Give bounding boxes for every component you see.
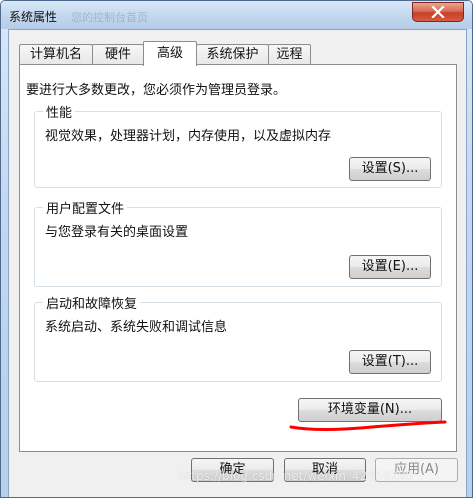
tab-remote[interactable]: 远程 bbox=[268, 44, 311, 65]
red-underline-annotation bbox=[289, 420, 447, 432]
performance-title: 性能 bbox=[43, 102, 76, 121]
tab-computer-name[interactable]: 计算机名 bbox=[19, 44, 93, 65]
user-profiles-description: 与您登录有关的桌面设置 bbox=[45, 225, 189, 240]
window-title: 系统属性 bbox=[9, 10, 58, 24]
tab-hardware[interactable]: 硬件 bbox=[92, 44, 144, 65]
performance-settings-button[interactable]: 设置(S)... bbox=[349, 157, 431, 181]
system-properties-window: 系统属性 您的控制台首页 计算机名 硬件 高级 系统保护 远程 要进行大多数更改… bbox=[0, 0, 473, 498]
tab-system-protection[interactable]: 系统保护 bbox=[196, 44, 269, 65]
user-profiles-title: 用户配置文件 bbox=[43, 198, 128, 217]
startup-recovery-description: 系统启动、系统失败和调试信息 bbox=[45, 320, 228, 335]
startup-recovery-settings-button[interactable]: 设置(T)... bbox=[349, 350, 431, 374]
watermark-text: https://blog.csdn.net/weixin_42859280 bbox=[179, 469, 414, 483]
background-ghost-text: 您的控制台首页 bbox=[71, 11, 148, 24]
performance-description: 视觉效果，处理器计划，内存使用，以及虚拟内存 bbox=[45, 129, 332, 144]
close-button[interactable] bbox=[412, 2, 464, 22]
title-bar[interactable]: 系统属性 您的控制台首页 bbox=[1, 1, 472, 29]
administrator-notice: 要进行大多数更改，您必须作为管理员登录。 bbox=[26, 83, 287, 98]
close-icon bbox=[431, 6, 445, 18]
tab-advanced[interactable]: 高级 bbox=[143, 41, 197, 66]
user-profiles-settings-button[interactable]: 设置(E)... bbox=[349, 255, 431, 279]
startup-recovery-title: 启动和故障恢复 bbox=[43, 293, 141, 312]
